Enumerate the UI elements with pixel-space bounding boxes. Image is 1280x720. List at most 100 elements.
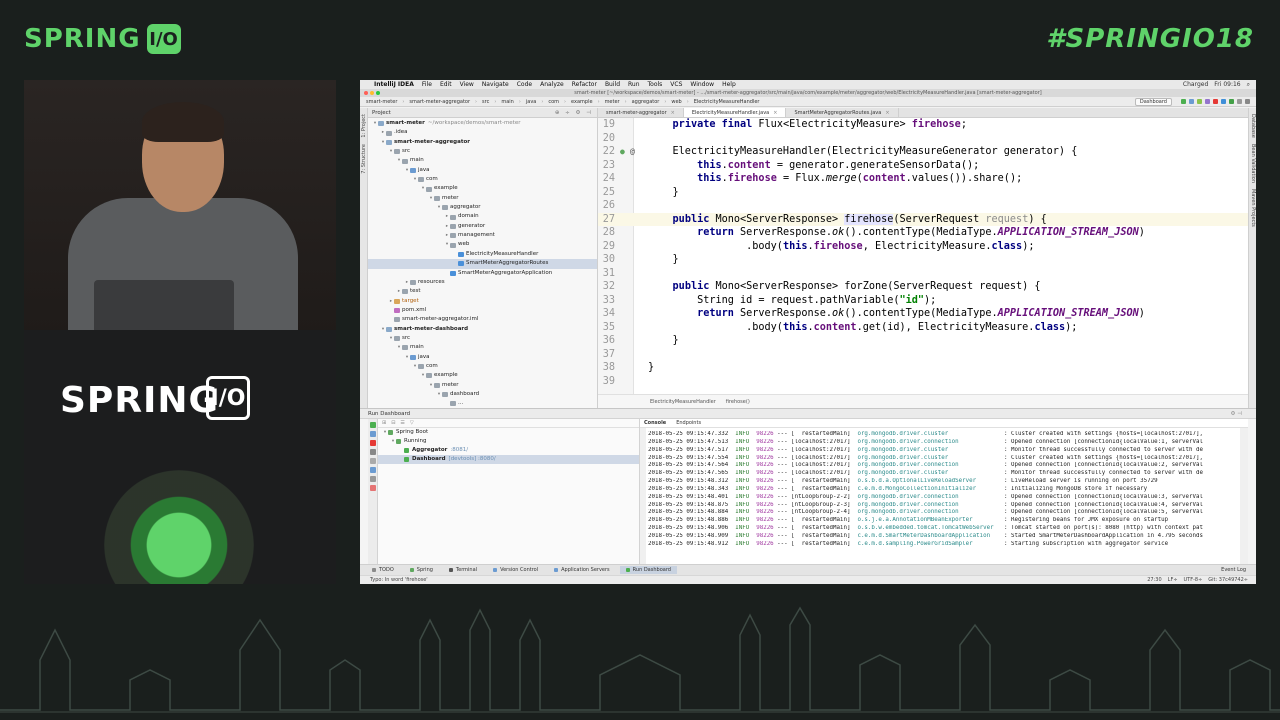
update-project-icon[interactable] xyxy=(1221,99,1226,104)
breadcrumb-item[interactable]: example xyxy=(569,99,595,105)
breadcrumb-item[interactable]: main xyxy=(499,99,516,105)
project-tool-tab[interactable]: 1: Project xyxy=(361,114,367,138)
run-dashboard-item[interactable]: Dashboard [devtools] :8080/ xyxy=(378,455,639,464)
menu-item-view[interactable]: View xyxy=(460,81,474,88)
breadcrumb-item[interactable]: aggregator xyxy=(630,99,662,105)
bottom-tab[interactable]: Spring xyxy=(404,566,439,574)
menu-item-analyze[interactable]: Analyze xyxy=(540,81,564,88)
run-dashboard-item[interactable]: ▾ Running xyxy=(378,437,639,446)
tree-item[interactable]: ▾ aggregator xyxy=(368,203,597,212)
code-line[interactable]: 26 xyxy=(598,199,1248,213)
tree-item[interactable]: ▾ web xyxy=(368,240,597,249)
tree-item[interactable]: ▸ target xyxy=(368,297,597,306)
panel-settings-gear-icon[interactable]: ⚙ ⊣ xyxy=(1231,411,1256,417)
breadcrumb-item[interactable]: meter xyxy=(603,99,622,105)
stop-icon[interactable] xyxy=(1213,99,1218,104)
menu-item-window[interactable]: Window xyxy=(690,81,714,88)
tree-item[interactable]: ▾ java xyxy=(368,166,597,175)
tree-item[interactable]: ▾ example xyxy=(368,371,597,380)
tree-item[interactable]: ElectricityMeasureHandler xyxy=(368,250,597,259)
coverage-icon[interactable] xyxy=(1197,99,1202,104)
settings-gear-icon[interactable] xyxy=(1245,99,1250,104)
close-tab-icon[interactable]: × xyxy=(773,110,777,116)
tree-item[interactable]: ▾ main xyxy=(368,156,597,165)
run-dashboard-item[interactable]: Aggregator:8081/ xyxy=(378,446,639,455)
code-line[interactable]: 30 } xyxy=(598,253,1248,267)
tree-item[interactable]: ▾ meter xyxy=(368,194,597,203)
app-menu[interactable]: IntelliJ IDEA xyxy=(374,81,414,88)
breadcrumb-item[interactable]: smart-meter xyxy=(364,99,399,105)
tree-item[interactable]: ▾ src xyxy=(368,334,597,343)
run-dashboard-item[interactable]: ▾ Spring Boot xyxy=(378,428,639,437)
menu-item-code[interactable]: Code xyxy=(517,81,532,88)
close-icon[interactable] xyxy=(370,485,376,491)
dump-threads-icon[interactable] xyxy=(370,467,376,473)
code-area[interactable]: 19 private final Flux<ElectricityMeasure… xyxy=(598,118,1248,394)
event-log-tab[interactable]: Event Log xyxy=(1221,567,1256,573)
tree-item[interactable]: SmartMeterAggregatorApplication xyxy=(368,269,597,278)
code-line[interactable]: 36 } xyxy=(598,334,1248,348)
tree-item[interactable]: ▾ smart-meter ~/workspace/demos/smart-mete… xyxy=(368,119,597,128)
console-scrollbar[interactable] xyxy=(1240,428,1248,565)
menu-item-run[interactable]: Run xyxy=(628,81,640,88)
status-widget[interactable]: Git: 37c49742÷ xyxy=(1208,577,1248,583)
close-tab-icon[interactable]: × xyxy=(885,110,889,116)
status-widget[interactable]: UTF-8÷ xyxy=(1184,577,1203,583)
tree-item[interactable]: ▾ dashboard xyxy=(368,390,597,399)
tree-item[interactable]: ▸ generator xyxy=(368,222,597,231)
annotation-gutter-icon[interactable]: @ xyxy=(630,145,635,159)
code-line[interactable]: 31 xyxy=(598,267,1248,281)
code-line[interactable]: 20 xyxy=(598,132,1248,146)
editor-breadcrumb-item[interactable]: firehose() xyxy=(726,399,750,405)
tree-item[interactable]: ▾ smart-meter-dashboard xyxy=(368,325,597,334)
collapse-all-icon[interactable]: ⊟ xyxy=(391,420,395,426)
status-widget[interactable]: 27:30 xyxy=(1147,577,1161,583)
expand-all-icon[interactable]: ⊞ xyxy=(382,420,386,426)
tree-item[interactable]: ▸ test xyxy=(368,287,597,296)
breadcrumb-item[interactable]: com xyxy=(546,99,561,105)
tree-item[interactable]: ▸ management xyxy=(368,231,597,240)
editor-tab[interactable]: ElectricityMeasureHandler.java × xyxy=(683,108,787,117)
tree-item[interactable]: ▾ main xyxy=(368,343,597,352)
breadcrumb-item[interactable]: java xyxy=(524,99,538,105)
rerun-icon[interactable] xyxy=(370,422,376,428)
code-line[interactable]: 22 ● @ ElectricityMeasureHandler(Electrici… xyxy=(598,145,1248,159)
menu-item-help[interactable]: Help xyxy=(722,81,736,88)
implemented-bean-gutter-icon[interactable]: ● xyxy=(620,145,625,159)
menu-item-vcs[interactable]: VCS xyxy=(670,81,682,88)
history-icon[interactable] xyxy=(1237,99,1242,104)
code-line[interactable]: 39 xyxy=(598,375,1248,389)
code-line[interactable]: 34 return ServerResponse.ok().contentTyp… xyxy=(598,307,1248,321)
bottom-tab[interactable]: Run Dashboard xyxy=(619,566,677,574)
code-line[interactable]: 23 this.content = generator.generateSens… xyxy=(598,159,1248,173)
profile-icon[interactable] xyxy=(1205,99,1210,104)
app-port-link[interactable]: :8081/ xyxy=(450,446,468,455)
menu-item-navigate[interactable]: Navigate xyxy=(482,81,509,88)
code-line[interactable]: 25 } xyxy=(598,186,1248,200)
menu-item-build[interactable]: Build xyxy=(605,81,620,88)
code-line[interactable]: 37 xyxy=(598,348,1248,362)
tree-item[interactable]: ▾ smart-meter-aggregator xyxy=(368,138,597,147)
settings-icon[interactable] xyxy=(370,476,376,482)
bottom-tab[interactable]: Terminal xyxy=(443,566,483,574)
stop-icon[interactable] xyxy=(370,440,376,446)
editor-tab[interactable]: SmartMeterAggregatorRoutes.java × xyxy=(786,108,899,117)
tree-item[interactable]: pom.xml xyxy=(368,306,597,315)
breadcrumb-item[interactable]: ElectricityMeasureHandler xyxy=(692,99,762,105)
code-line[interactable]: 24 this.firehose = Flux.merge(content.va… xyxy=(598,172,1248,186)
pause-icon[interactable] xyxy=(370,449,376,455)
console-tab-endpoints[interactable]: Endpoints xyxy=(676,420,701,426)
code-line[interactable]: 27 public Mono<ServerResponse> firehose(… xyxy=(598,212,1248,226)
maven-projects-tool-tab[interactable]: Maven Projects xyxy=(1250,189,1256,227)
status-widget[interactable]: LF÷ xyxy=(1168,577,1178,583)
tree-item[interactable]: ▸ resources xyxy=(368,278,597,287)
debug-icon[interactable] xyxy=(1189,99,1194,104)
bottom-tab[interactable]: Version Control xyxy=(487,566,544,574)
code-line[interactable]: 35 .body(this.content.get(id), Electrici… xyxy=(598,321,1248,335)
editor-breadcrumb-item[interactable]: ElectricityMeasureHandler xyxy=(650,399,716,405)
menu-item-edit[interactable]: Edit xyxy=(440,81,452,88)
database-tool-tab[interactable]: Database xyxy=(1250,114,1256,138)
breadcrumb-item[interactable]: smart-meter-aggregator xyxy=(407,99,472,105)
code-line[interactable]: 29 .body(this.firehose, ElectricityMeasu… xyxy=(598,240,1248,254)
search-icon[interactable]: ⌕ xyxy=(1247,81,1250,89)
